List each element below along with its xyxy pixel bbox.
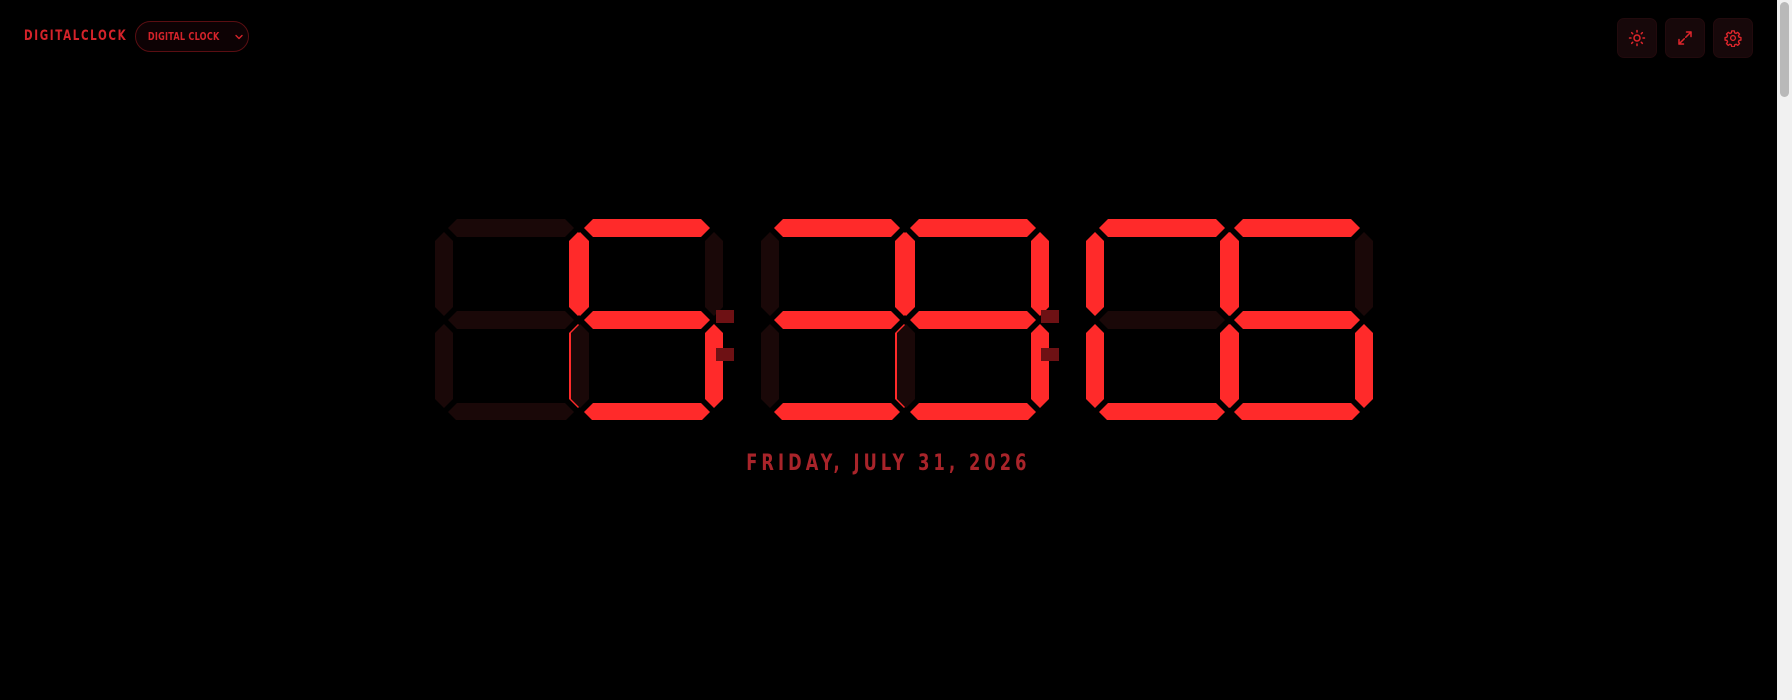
segment-f-off: [435, 232, 453, 316]
fullscreen-button[interactable]: [1665, 18, 1705, 58]
segment-d-on: [774, 403, 900, 420]
segment-a-on: [1099, 219, 1225, 237]
date-text: FRIDAY, JULY 31, 2026: [746, 451, 1031, 476]
segment-b-off: [1355, 232, 1373, 316]
digital-clock-display: [0, 215, 1777, 420]
segment-g-off: [448, 311, 574, 329]
segment-e-on: [1221, 324, 1239, 408]
segment-a-on: [910, 219, 1036, 237]
colon-dot: [1041, 348, 1059, 361]
brand-logo[interactable]: DIGITALCLOCK: [24, 28, 127, 44]
segment-e-off: [435, 324, 453, 408]
segment-e-off: [571, 324, 589, 408]
colon-dot: [1041, 310, 1059, 323]
segment-c-on: [1355, 324, 1373, 408]
segment-d-on: [910, 403, 1036, 420]
segment-a-off: [448, 219, 574, 237]
segment-f-on: [571, 232, 589, 316]
chevron-down-icon: [235, 34, 243, 39]
colon-dot: [716, 310, 734, 323]
segment-c-on: [705, 324, 723, 408]
seconds-tens-digit: [1086, 219, 1238, 420]
hours-ones-digit: [571, 219, 723, 420]
segment-d-on: [1099, 403, 1225, 420]
expand-icon: [1678, 31, 1692, 45]
segment-f-off: [761, 232, 779, 316]
sun-icon: [1628, 29, 1646, 47]
minutes-ones-digit: [897, 219, 1049, 420]
segment-e-off: [897, 324, 915, 408]
minutes-tens-digit: [761, 219, 913, 420]
settings-button[interactable]: [1713, 18, 1753, 58]
segment-b-on: [1031, 232, 1049, 316]
segment-a-on: [584, 219, 710, 237]
segment-d-off: [448, 403, 574, 420]
segment-g-off: [1099, 311, 1225, 329]
hours-tens-digit: [435, 219, 587, 420]
colon-dot: [716, 348, 734, 361]
clock-mode-label: DIGITAL CLOCK: [147, 30, 220, 43]
segment-d-on: [1234, 403, 1360, 420]
segment-a-on: [774, 219, 900, 237]
segment-d-on: [584, 403, 710, 420]
scrollbar-thumb[interactable]: [1780, 2, 1789, 97]
segment-b-off: [705, 232, 723, 316]
segment-g-on: [774, 311, 900, 329]
segment-g-on: [1234, 311, 1360, 329]
segment-f-on: [897, 232, 915, 316]
segment-a-on: [1234, 219, 1360, 237]
gear-icon: [1724, 30, 1742, 47]
segment-c-on: [1031, 324, 1049, 408]
seconds-ones-digit: [1221, 219, 1373, 420]
segment-g-on: [584, 311, 710, 329]
scrollbar[interactable]: [1777, 0, 1792, 700]
segment-f-on: [1221, 232, 1239, 316]
segment-g-on: [910, 311, 1036, 329]
segment-f-on: [1086, 232, 1104, 316]
seven-segment-time: [435, 219, 1373, 420]
clock-page: DIGITALCLOCK DIGITAL CLOCK FRIDAY, JULY …: [0, 0, 1792, 700]
brightness-button[interactable]: [1617, 18, 1657, 58]
segment-e-on: [1086, 324, 1104, 408]
segment-e-off: [761, 324, 779, 408]
date-display: FRIDAY, JULY 31, 2026: [0, 451, 1777, 476]
clock-mode-dropdown[interactable]: DIGITAL CLOCK: [135, 21, 249, 52]
